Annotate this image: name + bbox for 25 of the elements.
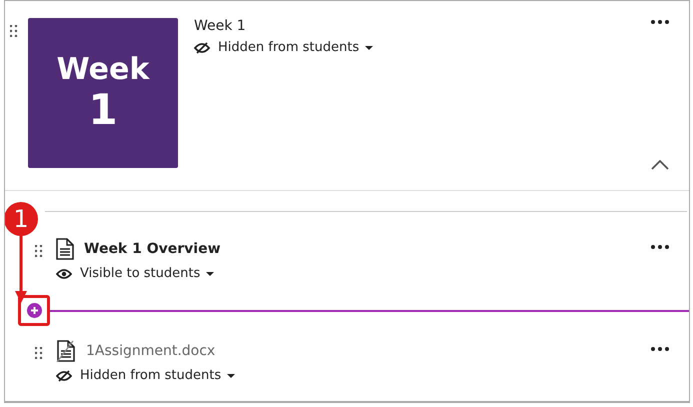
more-options-icon[interactable] [651,20,669,24]
more-options-icon[interactable] [651,245,669,249]
document-icon [56,238,74,260]
drag-handle-icon[interactable] [35,347,43,359]
hidden-eye-icon [194,42,210,54]
hidden-eye-icon [56,370,72,382]
drag-handle-icon[interactable] [35,245,43,257]
thumbnail-number: 1 [88,89,118,131]
more-options-icon[interactable] [651,347,669,351]
callout-marker: 1 [5,202,38,236]
visibility-dropdown[interactable]: Visible to students [56,266,221,281]
collapse-chevron-icon[interactable] [651,160,669,170]
eye-icon [56,268,72,280]
caret-icon [206,272,214,276]
add-content-icon[interactable] [26,303,42,318]
module-title[interactable]: Week 1 [194,18,374,34]
caret-icon [365,46,374,50]
hidden-document-icon [56,340,76,362]
drag-handle-icon[interactable] [10,25,18,37]
content-title[interactable]: 1Assignment.docx [86,343,216,359]
visibility-dropdown[interactable]: Hidden from students [56,368,236,383]
thumbnail-text: Week [56,55,150,85]
content-title[interactable]: Week 1 Overview [84,241,221,257]
caret-icon [227,374,236,378]
visibility-dropdown[interactable]: Hidden from students [194,40,374,55]
